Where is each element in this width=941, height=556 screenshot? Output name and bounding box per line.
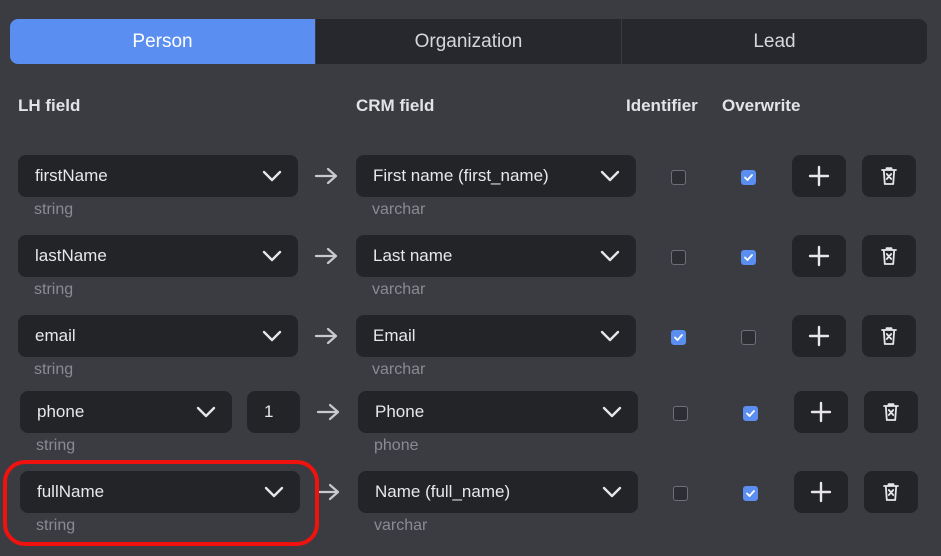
crm-field-type: varchar bbox=[372, 201, 426, 218]
header-overwrite: Overwrite bbox=[722, 96, 801, 115]
crm-field-type: varchar bbox=[374, 517, 428, 534]
crm-field-type: varchar bbox=[372, 361, 426, 378]
lh-field-select[interactable]: phone bbox=[20, 391, 232, 433]
lh-field-select[interactable]: email bbox=[18, 315, 298, 357]
entity-tabs: Person Organization Lead bbox=[10, 19, 927, 64]
chevron-down-icon bbox=[600, 170, 620, 182]
crm-field-type: varchar bbox=[372, 281, 426, 298]
mapping-row-phone: phone 1 string Phone phone bbox=[0, 391, 941, 471]
crm-field-value: First name (first_name) bbox=[373, 166, 549, 185]
add-mapping-button[interactable] bbox=[794, 471, 848, 513]
identifier-checkbox[interactable] bbox=[671, 330, 686, 345]
delete-mapping-button[interactable] bbox=[862, 315, 916, 357]
chevron-down-icon bbox=[264, 486, 284, 498]
add-mapping-button[interactable] bbox=[792, 235, 846, 277]
crm-field-value: Email bbox=[373, 326, 416, 345]
header-identifier: Identifier bbox=[626, 96, 698, 115]
identifier-checkbox[interactable] bbox=[671, 170, 686, 185]
delete-mapping-button[interactable] bbox=[864, 471, 918, 513]
chevron-down-icon bbox=[600, 250, 620, 262]
lh-field-type: string bbox=[34, 281, 74, 298]
trash-icon bbox=[881, 247, 897, 265]
mapping-row-lastname: lastName string Last name varchar bbox=[0, 235, 941, 315]
mapping-row-firstname: firstName string First name (first_name)… bbox=[0, 155, 941, 235]
crm-field-value: Last name bbox=[373, 246, 453, 265]
identifier-checkbox[interactable] bbox=[673, 486, 688, 501]
chevron-down-icon bbox=[262, 170, 282, 182]
delete-mapping-button[interactable] bbox=[864, 391, 918, 433]
add-mapping-button[interactable] bbox=[794, 391, 848, 433]
trash-icon bbox=[883, 403, 899, 421]
lh-field-type: string bbox=[34, 361, 74, 378]
chevron-down-icon bbox=[602, 406, 622, 418]
overwrite-checkbox[interactable] bbox=[741, 170, 756, 185]
plus-icon bbox=[808, 325, 830, 347]
lh-field-type: string bbox=[36, 437, 76, 454]
identifier-checkbox[interactable] bbox=[671, 250, 686, 265]
trash-icon bbox=[883, 483, 899, 501]
crm-field-select[interactable]: Name (full_name) bbox=[358, 471, 638, 513]
add-mapping-button[interactable] bbox=[792, 155, 846, 197]
lh-field-value: email bbox=[35, 326, 76, 345]
lh-field-value: phone bbox=[37, 402, 85, 421]
lh-field-type: string bbox=[36, 517, 76, 534]
lh-field-select[interactable]: lastName bbox=[18, 235, 298, 277]
arrow-right-icon bbox=[314, 327, 338, 345]
overwrite-checkbox[interactable] bbox=[741, 330, 756, 345]
crm-field-type: phone bbox=[374, 437, 419, 454]
arrow-right-icon bbox=[314, 247, 338, 265]
delete-mapping-button[interactable] bbox=[862, 235, 916, 277]
chevron-down-icon bbox=[262, 330, 282, 342]
delete-mapping-button[interactable] bbox=[862, 155, 916, 197]
tab-person[interactable]: Person bbox=[10, 19, 315, 64]
plus-icon bbox=[810, 481, 832, 503]
plus-icon bbox=[808, 165, 830, 187]
phone-index-value: 1 bbox=[264, 402, 274, 421]
tab-organization[interactable]: Organization bbox=[315, 19, 621, 64]
crm-field-value: Name (full_name) bbox=[375, 482, 511, 501]
trash-icon bbox=[881, 327, 897, 345]
plus-icon bbox=[808, 245, 830, 267]
overwrite-checkbox[interactable] bbox=[741, 250, 756, 265]
phone-index-input[interactable]: 1 bbox=[247, 391, 300, 433]
mapping-row-email: email string Email varchar bbox=[0, 315, 941, 395]
crm-field-select[interactable]: Phone bbox=[358, 391, 638, 433]
arrow-right-icon bbox=[316, 483, 340, 501]
trash-icon bbox=[881, 167, 897, 185]
lh-field-select[interactable]: fullName bbox=[20, 471, 300, 513]
lh-field-select[interactable]: firstName bbox=[18, 155, 298, 197]
mapping-row-fullname: fullName string Name (full_name) varchar bbox=[0, 471, 941, 551]
chevron-down-icon bbox=[196, 406, 216, 418]
lh-field-type: string bbox=[34, 201, 74, 218]
crm-field-select[interactable]: Last name bbox=[356, 235, 636, 277]
lh-field-value: firstName bbox=[35, 166, 108, 185]
chevron-down-icon bbox=[262, 250, 282, 262]
arrow-right-icon bbox=[314, 167, 338, 185]
crm-field-value: Phone bbox=[375, 402, 425, 421]
tab-lead[interactable]: Lead bbox=[621, 19, 927, 64]
plus-icon bbox=[810, 401, 832, 423]
add-mapping-button[interactable] bbox=[792, 315, 846, 357]
header-crm-field: CRM field bbox=[356, 96, 435, 115]
identifier-checkbox[interactable] bbox=[673, 406, 688, 421]
chevron-down-icon bbox=[600, 330, 620, 342]
chevron-down-icon bbox=[602, 486, 622, 498]
header-lh-field: LH field bbox=[18, 96, 81, 115]
arrow-right-icon bbox=[316, 403, 340, 421]
lh-field-value: fullName bbox=[37, 482, 105, 501]
lh-field-value: lastName bbox=[35, 246, 107, 265]
overwrite-checkbox[interactable] bbox=[743, 486, 758, 501]
crm-field-select[interactable]: Email bbox=[356, 315, 636, 357]
crm-field-select[interactable]: First name (first_name) bbox=[356, 155, 636, 197]
overwrite-checkbox[interactable] bbox=[743, 406, 758, 421]
